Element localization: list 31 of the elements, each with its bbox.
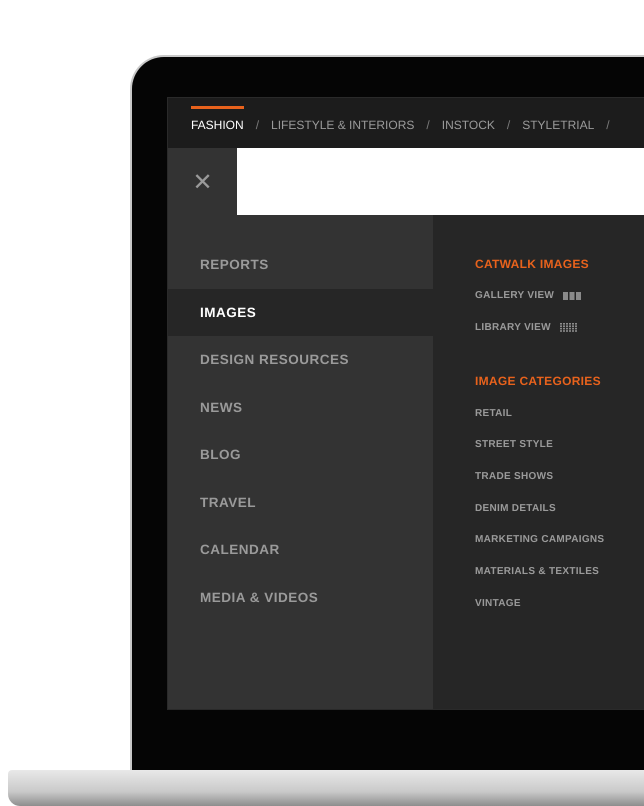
nav-tab[interactable]: FASHION — [191, 106, 244, 140]
submenu-link[interactable]: MATERIALS & TEXTILES — [475, 566, 600, 578]
submenu-link[interactable]: MARKETING CAMPAIGNS — [475, 534, 604, 546]
nav-separator: / — [256, 116, 260, 132]
menu-item[interactable]: CALENDAR — [168, 526, 433, 574]
nav-tab[interactable]: STYLETRIAL — [522, 106, 594, 140]
submenu-link[interactable]: TRADE SHOWS — [475, 471, 554, 482]
nav-separator: / — [606, 116, 610, 132]
menu-item[interactable]: REPORTS — [168, 241, 433, 288]
submenu-link[interactable]: GALLERY VIEW — [475, 290, 554, 302]
search-field[interactable] — [237, 148, 644, 215]
menu-item[interactable]: BLOG — [168, 431, 433, 478]
submenu-link[interactable]: VINTAGE — [475, 598, 521, 609]
section-heading: IMAGE CATEGORIES — [475, 374, 602, 388]
menu-item[interactable]: IMAGES — [168, 288, 433, 336]
section-heading: CATWALK IMAGES — [475, 257, 590, 271]
menu-item[interactable]: TRAVEL — [168, 478, 433, 526]
nav-tab[interactable]: INSTOCK — [442, 106, 495, 140]
nav-separator: / — [426, 116, 430, 132]
menu-item[interactable]: DESIGN RESOURCES — [168, 336, 433, 384]
menu-item[interactable]: MEDIA & VIDEOS — [168, 574, 433, 621]
submenu-link[interactable]: DENIM DETAILS — [475, 502, 556, 514]
menu-item[interactable]: NEWS — [168, 384, 433, 431]
close-button[interactable]: ✕ — [168, 148, 237, 215]
submenu-link[interactable]: LIBRARY VIEW — [475, 322, 551, 334]
submenu-link[interactable]: STREET STYLE — [475, 439, 554, 450]
nav-tab[interactable]: LIFESTYLE & INTERIORS — [271, 106, 414, 140]
grid-icon[interactable] — [560, 323, 578, 332]
submenu-link[interactable]: RETAIL — [475, 408, 512, 419]
nav-separator: / — [506, 116, 510, 132]
three-squares-icon[interactable] — [563, 292, 582, 300]
